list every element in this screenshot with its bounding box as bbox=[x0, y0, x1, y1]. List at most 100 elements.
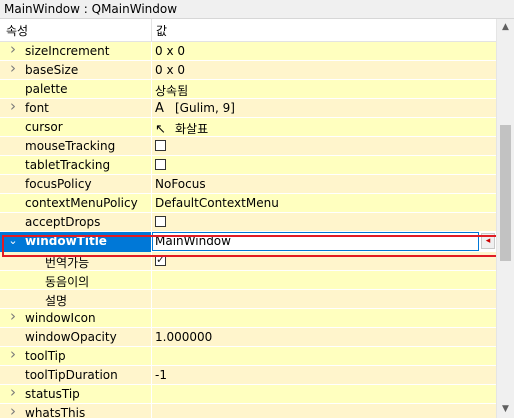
window-title-value[interactable]: MainWindow bbox=[155, 234, 231, 248]
property-value[interactable]: -1 bbox=[155, 368, 167, 382]
column-separator bbox=[151, 347, 152, 365]
column-separator bbox=[151, 61, 152, 79]
property-name: 설명 bbox=[45, 294, 68, 308]
chevron-down-icon[interactable]: ⌄ bbox=[8, 234, 18, 248]
property-value[interactable]: 1.000000 bbox=[155, 330, 212, 344]
vertical-scrollbar[interactable]: ▲ ▼ bbox=[496, 19, 514, 418]
property-row[interactable]: 번역가능 ✓ bbox=[0, 252, 496, 271]
property-name: toolTipDuration bbox=[25, 368, 118, 382]
property-value[interactable]: 0 x 0 bbox=[155, 63, 185, 77]
window-title-editor[interactable]: MainWindow bbox=[152, 232, 479, 251]
property-row[interactable]: mouseTracking bbox=[0, 137, 496, 156]
column-separator bbox=[151, 194, 152, 212]
column-separator bbox=[151, 366, 152, 384]
property-name: 동음이의 bbox=[45, 275, 90, 289]
column-separator bbox=[151, 404, 152, 418]
property-row[interactable]: › baseSize 0 x 0 bbox=[0, 61, 496, 80]
column-separator bbox=[151, 137, 152, 155]
property-name: cursor bbox=[25, 120, 63, 134]
column-separator bbox=[151, 213, 152, 231]
column-separator bbox=[151, 99, 152, 117]
property-checkbox[interactable] bbox=[155, 216, 166, 227]
property-row[interactable]: › sizeIncrement 0 x 0 bbox=[0, 42, 496, 61]
property-row[interactable]: windowOpacity 1.000000 bbox=[0, 328, 496, 347]
property-row[interactable]: contextMenuPolicy DefaultContextMenu bbox=[0, 194, 496, 213]
font-A-icon: A bbox=[155, 101, 164, 116]
property-name: font bbox=[25, 101, 49, 115]
chevron-right-icon[interactable]: › bbox=[8, 385, 18, 400]
property-row[interactable]: palette 상속됨 bbox=[0, 80, 496, 99]
property-value-text: 0 x 0 bbox=[155, 44, 185, 58]
property-name: windowIcon bbox=[25, 311, 96, 325]
chevron-right-icon[interactable]: › bbox=[8, 309, 18, 324]
property-value[interactable]: A [Gulim, 9] bbox=[155, 101, 235, 116]
chevron-right-icon[interactable]: › bbox=[8, 347, 18, 362]
property-value[interactable]: 상속됨 bbox=[155, 82, 188, 99]
property-name: focusPolicy bbox=[25, 177, 92, 191]
property-value[interactable]: 0 x 0 bbox=[155, 44, 185, 58]
property-name: contextMenuPolicy bbox=[25, 196, 138, 210]
property-row[interactable]: › whatsThis bbox=[0, 404, 496, 418]
property-value-text: 1.000000 bbox=[155, 330, 213, 344]
property-column-header[interactable]: 속성 bbox=[6, 22, 28, 39]
property-name: baseSize bbox=[25, 63, 79, 77]
column-header: 속성 값 bbox=[0, 19, 496, 42]
property-name: sizeIncrement bbox=[25, 44, 110, 58]
property-value[interactable]: ↖ 화살표 bbox=[155, 120, 208, 137]
property-name: whatsThis bbox=[25, 406, 86, 418]
property-row[interactable]: focusPolicy NoFocus bbox=[0, 175, 496, 194]
property-value-text: 화살표 bbox=[175, 122, 209, 136]
property-value-text: NoFocus bbox=[155, 177, 206, 191]
property-name: tabletTracking bbox=[25, 158, 111, 172]
chevron-right-icon[interactable]: › bbox=[8, 42, 18, 57]
column-separator bbox=[151, 80, 152, 98]
property-value[interactable]: NoFocus bbox=[155, 177, 206, 191]
column-separator bbox=[151, 42, 152, 60]
column-separator bbox=[151, 309, 152, 327]
header-separator bbox=[151, 19, 152, 42]
scroll-up-icon[interactable]: ▲ bbox=[497, 19, 514, 36]
property-name: palette bbox=[25, 82, 68, 96]
property-checkbox[interactable]: ✓ bbox=[155, 253, 166, 266]
property-row[interactable]: › statusTip bbox=[0, 385, 496, 404]
column-separator bbox=[151, 271, 152, 289]
column-separator bbox=[151, 385, 152, 403]
scroll-thumb[interactable] bbox=[500, 125, 511, 261]
property-row-selected[interactable]: ⌄ windowTitle MainWindow ◂ bbox=[0, 232, 496, 252]
column-separator bbox=[151, 252, 152, 270]
chevron-right-icon[interactable]: › bbox=[8, 61, 18, 76]
property-name: toolTip bbox=[25, 349, 66, 363]
property-name: statusTip bbox=[25, 387, 80, 401]
property-checkbox[interactable] bbox=[155, 140, 166, 151]
property-value[interactable]: DefaultContextMenu bbox=[155, 196, 279, 210]
checkmark-icon: ✓ bbox=[156, 253, 166, 266]
property-row[interactable]: 설명 bbox=[0, 290, 496, 309]
chevron-right-icon[interactable]: › bbox=[8, 99, 18, 114]
property-row[interactable]: toolTipDuration -1 bbox=[0, 366, 496, 385]
property-row[interactable]: › toolTip bbox=[0, 347, 496, 366]
property-value-text: DefaultContextMenu bbox=[155, 196, 279, 210]
column-separator bbox=[151, 118, 152, 136]
value-column-header[interactable]: 값 bbox=[156, 22, 167, 39]
property-checkbox[interactable] bbox=[155, 159, 166, 170]
property-name: windowTitle bbox=[25, 234, 107, 248]
property-value-text: 0 x 0 bbox=[155, 63, 185, 77]
column-separator bbox=[151, 290, 152, 308]
property-name: mouseTracking bbox=[25, 139, 116, 153]
property-row[interactable]: 동음이의 bbox=[0, 271, 496, 290]
chevron-right-icon[interactable]: › bbox=[8, 404, 18, 418]
column-separator bbox=[151, 156, 152, 174]
property-row[interactable]: › windowIcon bbox=[0, 309, 496, 328]
property-row[interactable]: cursor ↖ 화살표 bbox=[0, 118, 496, 137]
reset-arrow-icon[interactable]: ◂ bbox=[481, 233, 495, 249]
column-separator bbox=[151, 328, 152, 346]
property-list: › sizeIncrement 0 x 0 › baseSize 0 x 0 palette… bbox=[0, 42, 496, 418]
arrow-cursor-icon: ↖ bbox=[155, 122, 166, 137]
property-value-text: 상속됨 bbox=[155, 84, 189, 98]
property-editor-window: MainWindow : QMainWindow 속성 값 › sizeIncre… bbox=[0, 0, 514, 418]
property-row[interactable]: tabletTracking bbox=[0, 156, 496, 175]
property-row[interactable]: acceptDrops bbox=[0, 213, 496, 232]
scroll-down-icon[interactable]: ▼ bbox=[497, 401, 514, 418]
property-row[interactable]: › font A [Gulim, 9] bbox=[0, 99, 496, 118]
column-separator bbox=[151, 175, 152, 193]
